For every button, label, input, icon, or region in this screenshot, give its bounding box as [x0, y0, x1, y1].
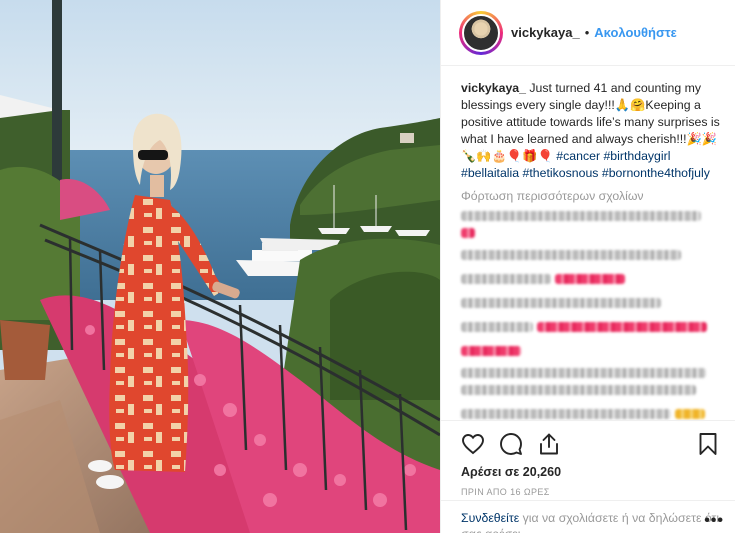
- follow-button[interactable]: Ακολουθήστε: [594, 25, 677, 40]
- avatar[interactable]: [462, 13, 500, 52]
- login-prompt: Συνδεθείτε για να σχολιάσετε ή να δηλώσε…: [441, 500, 735, 533]
- hashtag-thetikosnous[interactable]: #thetikosnous: [523, 166, 599, 180]
- blurred-comment-line: [461, 368, 706, 378]
- hashtag-cancer[interactable]: #cancer: [556, 149, 600, 163]
- blurred-comment-line: [461, 250, 681, 260]
- blurred-comments: [461, 211, 729, 426]
- blurred-comment-line: [461, 385, 696, 395]
- blurred-comment-line: [461, 315, 729, 339]
- load-more-comments-button[interactable]: Φόρτωση περισσότερων σχολίων: [461, 189, 729, 203]
- post-caption: vickykaya_ Just turned 41 and counting m…: [461, 80, 729, 182]
- header-separator: •: [584, 25, 590, 40]
- login-link[interactable]: Συνδεθείτε: [461, 511, 519, 525]
- heart-outline-icon[interactable]: [461, 432, 485, 456]
- blurred-comment-line: [461, 298, 661, 308]
- likes-count[interactable]: Αρέσει σε 20,260: [461, 465, 720, 479]
- more-options-icon[interactable]: •••: [704, 513, 724, 529]
- share-upload-icon[interactable]: [537, 432, 561, 456]
- blurred-comment-line: [461, 211, 701, 221]
- portofino-photo-image: [0, 0, 440, 533]
- blurred-comment-line: [461, 228, 475, 238]
- bookmark-icon[interactable]: [696, 432, 720, 456]
- blurred-comment-line: [461, 267, 729, 291]
- story-ring[interactable]: [459, 10, 503, 55]
- hashtag-birthdaygirl[interactable]: #birthdaygirl: [603, 149, 670, 163]
- caption-username[interactable]: vickykaya_: [461, 81, 526, 95]
- post-photo[interactable]: [0, 0, 440, 533]
- comments-section: vickykaya_ Just turned 41 and counting m…: [461, 80, 729, 426]
- post-header: vickykaya_ • Ακολουθήστε: [441, 0, 735, 66]
- hashtag-bellaitalia[interactable]: #bellaitalia: [461, 166, 519, 180]
- post-actions: Αρέσει σε 20,260 ΠΡΙΝ ΑΠΟ 16 ΩΡΕΣ: [441, 420, 735, 497]
- action-icons-row: [461, 427, 720, 461]
- post-side-panel: vickykaya_ • Ακολουθήστε vickykaya_ Just…: [440, 0, 735, 533]
- hashtag-bornonthe4thofjuly[interactable]: #bornonthe4thofjuly: [602, 166, 710, 180]
- post-timestamp[interactable]: ΠΡΙΝ ΑΠΟ 16 ΩΡΕΣ: [461, 487, 720, 497]
- comment-bubble-icon[interactable]: [499, 432, 523, 456]
- header-username[interactable]: vickykaya_: [511, 25, 580, 40]
- blurred-comment-line: [461, 346, 521, 356]
